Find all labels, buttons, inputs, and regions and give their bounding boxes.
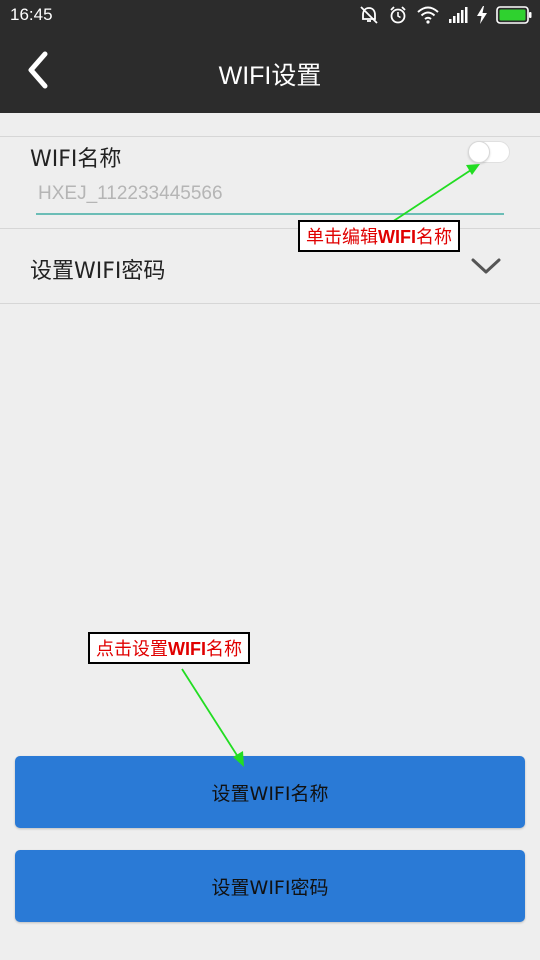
alarm-clock-icon: [390, 6, 406, 24]
cell-signal-icon: [449, 7, 468, 23]
arrow-to-set-name-button: [181, 668, 244, 767]
wifi-signal-icon: [417, 6, 439, 24]
charging-bolt-icon: [477, 6, 487, 24]
status-bar: 16:45: [0, 0, 540, 30]
wifi-name-row: WIFI名称: [0, 136, 540, 229]
annotation-edit-wifi-name: 单击编辑WIFI名称: [298, 220, 460, 252]
wifi-password-label: 设置WIFI密码: [30, 259, 166, 284]
chevron-down-icon: [471, 258, 501, 274]
status-time: 16:45: [10, 5, 53, 24]
wifi-name-edit-toggle[interactable]: [468, 141, 510, 163]
battery-icon: [496, 6, 532, 24]
set-wifi-password-button[interactable]: 设置WIFI密码: [15, 850, 525, 922]
wifi-name-label: WIFI名称: [30, 147, 122, 172]
set-wifi-name-button[interactable]: 设置WIFI名称: [15, 756, 525, 828]
toggle-knob: [468, 141, 490, 163]
annotation-set-wifi-name: 点击设置WIFI名称: [88, 632, 250, 664]
title-bar: WIFI设置: [0, 30, 540, 113]
wifi-name-input[interactable]: [36, 175, 504, 215]
page-title: WIFI设置: [218, 62, 322, 90]
alarm-off-icon: [360, 6, 378, 24]
status-icons: [359, 0, 532, 30]
